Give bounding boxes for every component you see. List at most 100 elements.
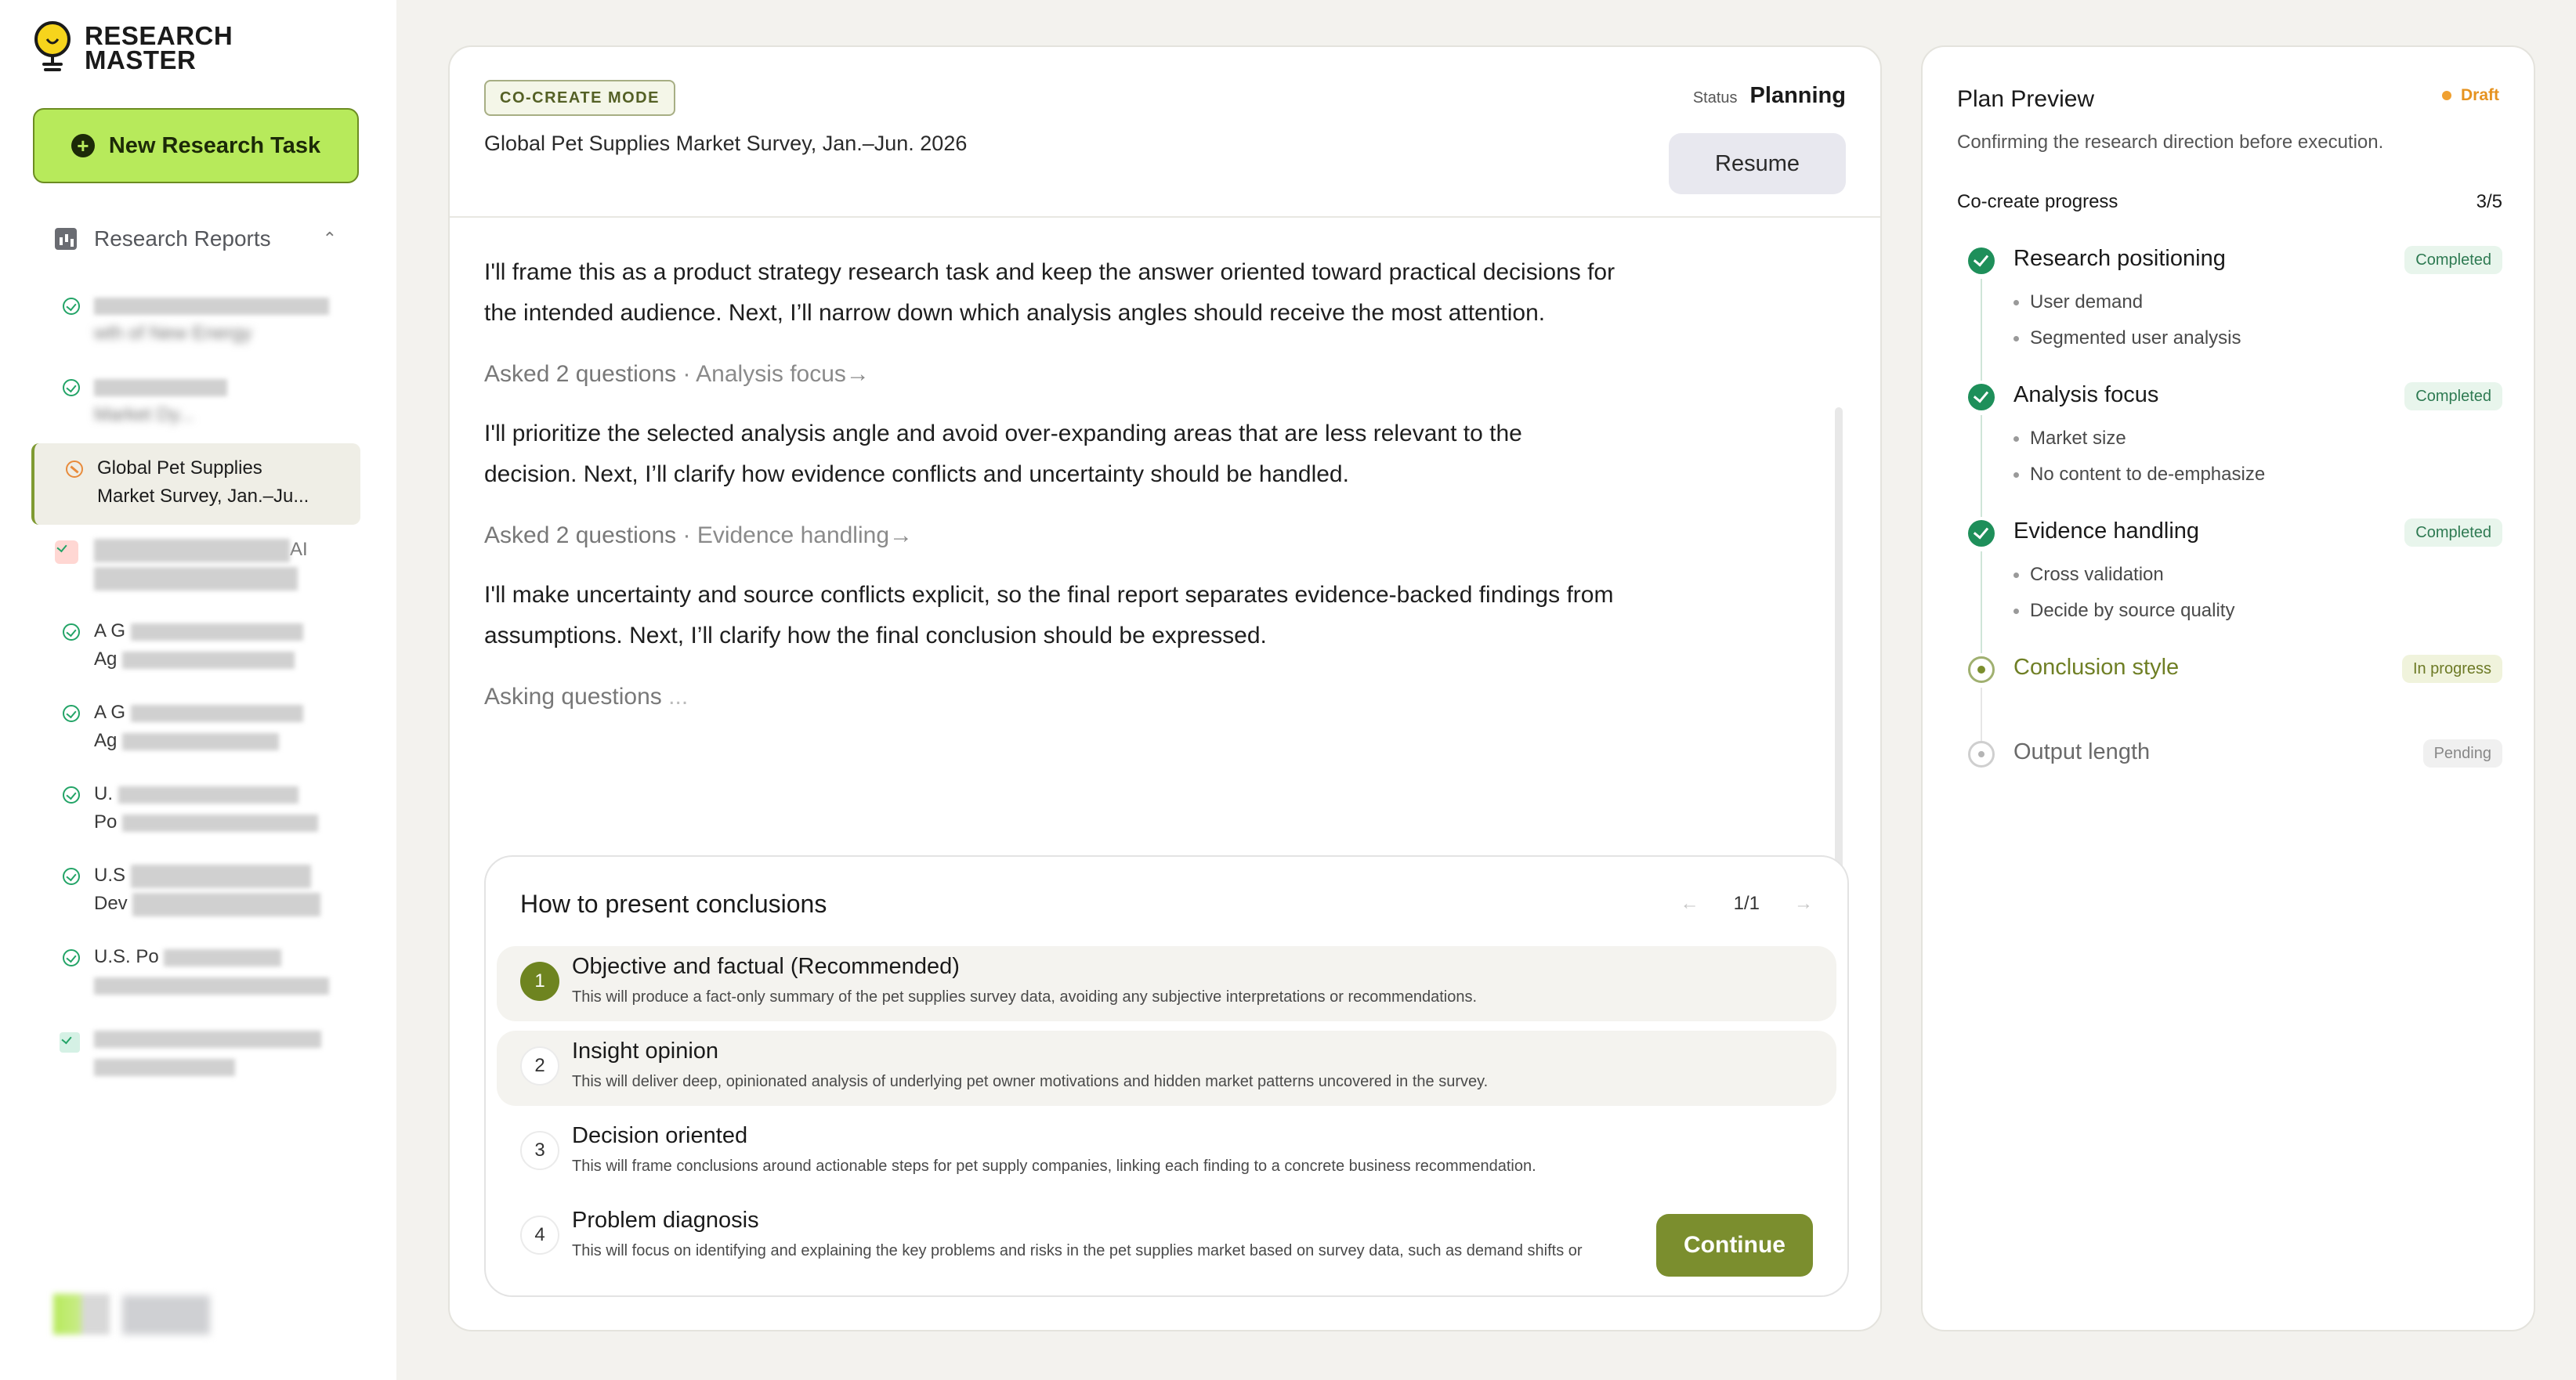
option-insight-opinion[interactable]: 2 Insight opinion This will deliver deep… [497, 1031, 1836, 1106]
step-connector [1981, 279, 1982, 381]
task-item-active[interactable]: Global Pet Supplies Market Survey, Jan.–… [31, 443, 360, 525]
task-item[interactable]: U.S Dev [31, 851, 360, 932]
option-description: This will frame conclusions around actio… [572, 1158, 1536, 1175]
assistant-message: I'll frame this as a product strategy re… [484, 259, 1615, 326]
task-item[interactable]: AI [31, 525, 360, 606]
step-name: Evidence handling [2013, 518, 2200, 544]
completed-check-icon [63, 623, 80, 641]
redacted-text [94, 1058, 235, 1076]
assistant-message: I'll make uncertainty and source conflic… [484, 582, 1614, 648]
pending-status-icon [55, 540, 78, 564]
task-item[interactable]: U.S. Po [31, 932, 360, 1013]
step-name: Research positioning [2013, 246, 2226, 271]
assistant-message: I'll prioritize the selected analysis an… [484, 421, 1522, 487]
step-status-badge: In progress [2401, 655, 2502, 683]
continue-button[interactable]: Continue [1656, 1214, 1813, 1277]
in-progress-icon [66, 461, 83, 478]
step-status-badge: Completed [2404, 246, 2502, 274]
task-item[interactable]: A G Ag [31, 688, 360, 769]
loading-dots-icon: ... [661, 684, 689, 710]
redacted-text [164, 948, 282, 966]
plan-preview-panel: Plan Preview Draft Confirming the resear… [1921, 45, 2535, 1331]
question-pager: ← 1/1 → [1681, 893, 1813, 915]
resume-button[interactable]: Resume [1669, 133, 1846, 194]
step-detail: Market size [2013, 428, 2126, 450]
question-title: How to present conclusions [520, 890, 827, 918]
task-title-line1: A G [94, 620, 126, 641]
task-item[interactable]: A G Ag [31, 606, 360, 688]
status-value: Planning [1749, 83, 1846, 108]
task-title-line1: U. [94, 783, 113, 804]
task-item[interactable]: U. Po [31, 769, 360, 851]
chat-scrollbar[interactable] [1835, 407, 1843, 877]
option-description: This will focus on identifying and expla… [572, 1242, 1583, 1259]
completed-check-icon [63, 868, 80, 885]
user-name[interactable] [122, 1295, 210, 1335]
task-item[interactable] [31, 1013, 360, 1095]
task-item[interactable]: Market Dy... [31, 362, 360, 443]
main-panel: CO-CREATE MODE Global Pet Supplies Marke… [448, 45, 1882, 1331]
asked-questions-topic: · Evidence handling [682, 522, 890, 548]
task-title-line1: A G [94, 702, 126, 723]
draft-dot-icon [2441, 91, 2451, 100]
option-problem-diagnosis[interactable]: 4 Problem diagnosis This will focus on i… [497, 1200, 1836, 1275]
redacted-text [122, 651, 295, 669]
completed-check-icon [63, 705, 80, 722]
chat-transcript: I'll frame this as a product strategy re… [484, 252, 1620, 736]
task-title: Global Pet Supplies Market Survey, Jan.–… [484, 132, 968, 155]
option-title: Problem diagnosis [572, 1208, 759, 1233]
redacted-text [130, 864, 311, 888]
step-detail: User demand [2013, 291, 2143, 313]
step-detail: Decide by source quality [2013, 600, 2234, 622]
app-name-line1: RESEARCH [85, 21, 233, 50]
chevron-up-icon[interactable]: ⌃ [323, 229, 337, 249]
user-avatar[interactable] [53, 1294, 110, 1335]
sidebar: RESEARCH MASTER + New Research Task Rese… [0, 0, 396, 1380]
redacted-text [122, 814, 319, 832]
pending-circle-icon [1968, 741, 1995, 768]
option-title: Insight opinion [572, 1039, 719, 1064]
redacted-text [122, 732, 280, 750]
asked-questions-text: Asked 2 questions [484, 522, 677, 548]
asked-questions-topic: · Analysis focus [682, 361, 846, 387]
arrow-right-icon[interactable]: → [1794, 893, 1813, 915]
app-logo[interactable]: RESEARCH MASTER [31, 20, 233, 75]
task-title-line1: U.S [94, 865, 126, 886]
redacted-text [130, 704, 303, 722]
asked-questions-link[interactable]: Asked 2 questions · Analysis focus→ [484, 354, 1620, 395]
task-title-line1: Global Pet Supplies [97, 457, 262, 479]
arrow-right-icon: → [845, 361, 870, 387]
step-detail: No content to de-emphasize [2013, 464, 2265, 486]
step-detail: Segmented user analysis [2013, 327, 2241, 349]
task-list: wth of New Energy Market Dy... Global Pe… [31, 280, 360, 1095]
asked-questions-text: Asked 2 questions [484, 361, 677, 387]
redacted-text [94, 566, 298, 591]
redacted-text [130, 623, 303, 641]
research-reports-section-header[interactable]: Research Reports ⌃ [55, 223, 337, 255]
redacted-text [94, 977, 329, 995]
asked-questions-link[interactable]: Asked 2 questions · Evidence handling→ [484, 515, 1620, 556]
question-card: How to present conclusions ← 1/1 → 1 Obj… [484, 855, 1849, 1297]
in-progress-circle-icon [1968, 656, 1995, 683]
app-name-line2: MASTER [85, 45, 197, 74]
redacted-text [94, 378, 227, 396]
option-title: Decision oriented [572, 1123, 748, 1148]
option-objective-factual[interactable]: 1 Objective and factual (Recommended) Th… [497, 946, 1836, 1021]
new-research-task-button[interactable]: + New Research Task [33, 108, 359, 183]
task-title-line1: AI [290, 539, 308, 560]
task-title-line2: Ag [94, 648, 118, 670]
option-decision-oriented[interactable]: 3 Decision oriented This will frame conc… [497, 1115, 1836, 1190]
co-create-mode-badge: CO-CREATE MODE [484, 80, 675, 116]
task-title-line2: Ag [94, 730, 118, 751]
arrow-left-icon[interactable]: ← [1681, 893, 1699, 915]
task-title-line2: Po [94, 811, 118, 833]
task-title-line2: Dev [94, 893, 128, 914]
task-title-line1: U.S. Po [94, 946, 159, 967]
check-circle-icon [1968, 384, 1995, 410]
step-connector [1981, 551, 1982, 653]
page-indicator: 1/1 [1733, 893, 1760, 914]
task-item[interactable]: wth of New Energy [31, 280, 360, 362]
check-circle-icon [1968, 520, 1995, 547]
app-name: RESEARCH MASTER [85, 21, 233, 74]
new-research-task-label: New Research Task [108, 132, 321, 158]
